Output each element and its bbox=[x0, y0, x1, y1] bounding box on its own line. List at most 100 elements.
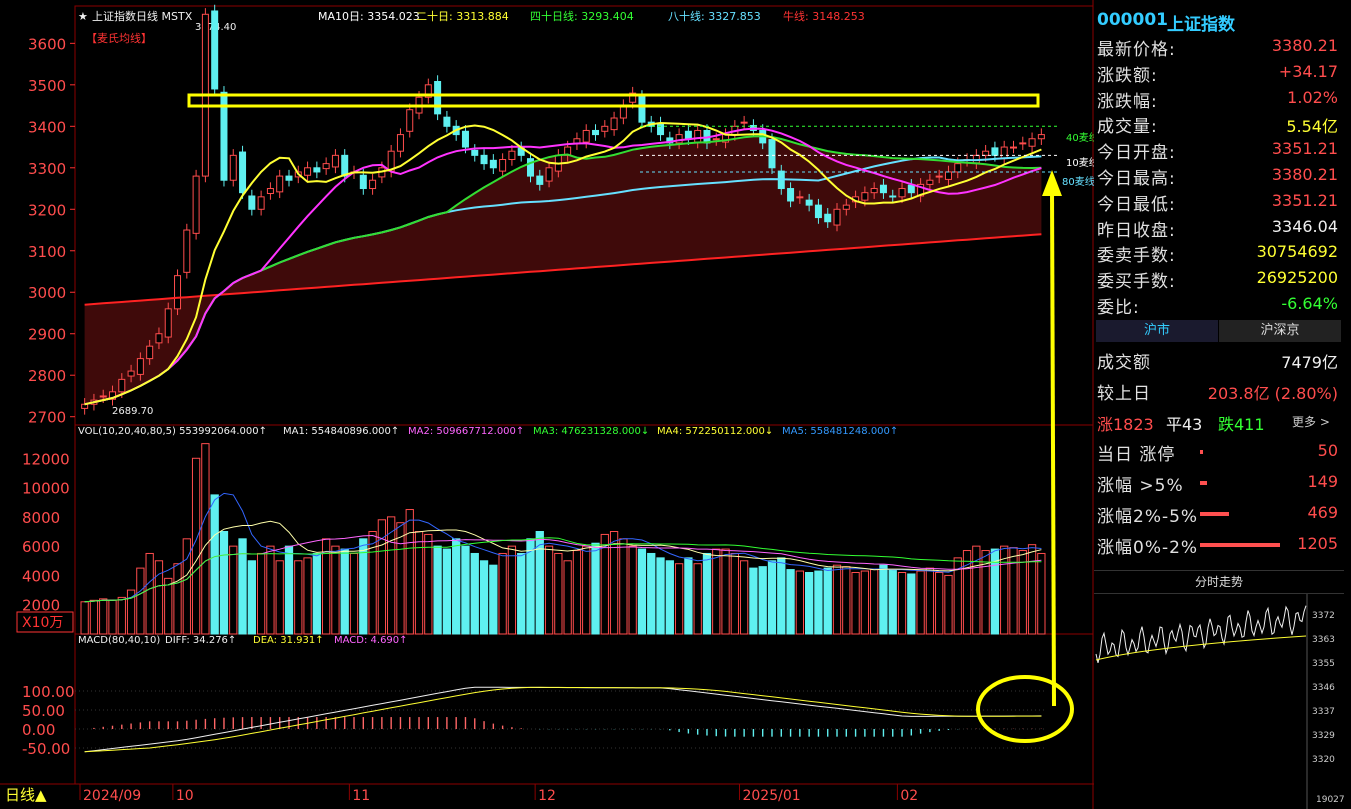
quote-row-label: 今日开盘: bbox=[1097, 143, 1176, 164]
volume-bar bbox=[461, 545, 470, 635]
prev-label: 较上日 bbox=[1097, 384, 1151, 404]
vol-ma2: MA2: 509667712.000↑ bbox=[408, 426, 524, 437]
turnover-label: 成交额 bbox=[1097, 353, 1151, 373]
label-10: 10麦线 bbox=[1066, 156, 1094, 169]
volume-bar bbox=[99, 598, 108, 635]
candle-body bbox=[359, 174, 367, 190]
volume-bar bbox=[424, 533, 433, 635]
mini-chart: 3372 3363 3355 3346 3337 3329 3320 19027 bbox=[1095, 594, 1345, 809]
candle-body bbox=[489, 159, 497, 169]
candle-body bbox=[313, 167, 321, 173]
candle-body bbox=[870, 188, 878, 194]
quote-row: 涨跌幅: 1.02% bbox=[1094, 85, 1344, 112]
candle-body bbox=[1009, 146, 1017, 149]
price-tick-label: 3100 bbox=[28, 243, 66, 261]
volume-bar bbox=[786, 569, 795, 635]
label-80: 80麦线 bbox=[1062, 175, 1094, 188]
header-ma40: 四十日线: 3293.404 bbox=[530, 9, 634, 23]
mini-tick-label: 3320 bbox=[1312, 755, 1335, 765]
volume-bar bbox=[247, 560, 256, 635]
quote-row: 委卖手数: 30754692 bbox=[1094, 239, 1344, 266]
macd-tick-label: 100.00 bbox=[22, 683, 75, 701]
down-count: 跌411 bbox=[1218, 415, 1265, 434]
volume-bar bbox=[860, 570, 870, 635]
candle-body bbox=[127, 370, 135, 377]
volume-bar bbox=[758, 566, 767, 635]
candle-body bbox=[276, 175, 284, 193]
tab-shszbj[interactable]: 沪深京 bbox=[1219, 320, 1341, 342]
mini-tick-label: 3372 bbox=[1312, 611, 1335, 621]
quote-row-value: 3346.04 bbox=[1271, 216, 1338, 236]
volume-bar bbox=[219, 531, 229, 635]
volume-bar bbox=[897, 572, 907, 635]
candle-body bbox=[982, 150, 990, 156]
candle-body bbox=[192, 175, 200, 234]
candle-body bbox=[499, 158, 507, 172]
volume-bar bbox=[730, 552, 739, 635]
period-button[interactable]: 日线▲ bbox=[5, 786, 47, 804]
volume-bar bbox=[739, 560, 749, 635]
vol-ma3: MA3: 476231328.000↓ bbox=[533, 426, 649, 437]
volume-bar bbox=[396, 522, 405, 635]
low-label: 2689.70 bbox=[112, 406, 153, 417]
candle-body bbox=[879, 184, 887, 194]
candle-body bbox=[304, 167, 312, 176]
price-tick-label: 2900 bbox=[28, 326, 66, 344]
quote-row-value: 26925200 bbox=[1256, 268, 1338, 288]
date-label: 12 bbox=[538, 788, 556, 804]
header-star: ★ bbox=[78, 10, 88, 23]
vol-tick-label: 8000 bbox=[22, 509, 60, 527]
volume-bar bbox=[1027, 544, 1037, 635]
volume-bar bbox=[600, 533, 609, 635]
macd-title: MACD(80,40,10) bbox=[78, 635, 160, 646]
candle-body bbox=[582, 129, 590, 143]
volume-bar bbox=[684, 557, 693, 635]
candle-body bbox=[768, 139, 776, 169]
volume-bar bbox=[647, 552, 656, 635]
candle-body bbox=[796, 196, 804, 199]
volume-bar bbox=[554, 552, 563, 635]
date-label: 10 bbox=[176, 788, 194, 804]
stat-bar bbox=[1200, 512, 1229, 516]
candle-body bbox=[824, 213, 832, 223]
candle-body bbox=[136, 358, 144, 375]
date-label: 2025/01 bbox=[742, 788, 800, 804]
turnover-row: 成交额 7479亿 bbox=[1094, 346, 1344, 373]
volume-bar bbox=[433, 545, 442, 635]
macd-dea: DEA: 31.931↑ bbox=[253, 635, 324, 646]
tab-sh[interactable]: 沪市 bbox=[1096, 320, 1218, 342]
volume-bar bbox=[619, 538, 628, 635]
volume-bar bbox=[572, 550, 582, 635]
volume-bar bbox=[656, 557, 665, 635]
quote-row: 今日最低: 3351.21 bbox=[1094, 188, 1344, 215]
vol-title: VOL(10,20,40,80,5) 553992064.000↑ bbox=[78, 426, 267, 437]
volume-bar bbox=[888, 569, 897, 635]
candle-body bbox=[285, 175, 293, 181]
candle-body bbox=[675, 134, 683, 144]
vol-tick-label: 10000 bbox=[22, 480, 70, 498]
volume-bar bbox=[879, 564, 888, 635]
volume-bar bbox=[693, 563, 702, 635]
candle-body bbox=[684, 130, 692, 140]
volume-bar bbox=[154, 560, 164, 635]
candle-body bbox=[155, 333, 163, 344]
volume-bar bbox=[944, 574, 953, 635]
vol-unit: X10万 bbox=[22, 615, 63, 631]
more-link[interactable]: 更多 > bbox=[1292, 413, 1330, 430]
candle-body bbox=[694, 129, 702, 143]
stat-value: 469 bbox=[1307, 503, 1338, 522]
candle-body bbox=[991, 147, 999, 156]
quote-row: 成交量: 5.54亿 bbox=[1094, 110, 1344, 137]
candle-body bbox=[480, 154, 488, 165]
candle-body bbox=[536, 175, 544, 185]
volume-bar bbox=[414, 531, 424, 635]
price-tick-label: 3600 bbox=[28, 35, 66, 53]
quote-row-value: 1.02% bbox=[1287, 87, 1338, 107]
volume-bar bbox=[275, 560, 284, 635]
quote-row-value: 3380.21 bbox=[1271, 165, 1338, 184]
vol-tick-label: 6000 bbox=[22, 538, 60, 556]
turnover-value: 7479亿 bbox=[1281, 353, 1338, 372]
candle-body bbox=[118, 378, 126, 393]
volume-bar bbox=[832, 564, 842, 635]
prev-row: 较上日 203.8亿 (2.80%) bbox=[1094, 377, 1344, 404]
